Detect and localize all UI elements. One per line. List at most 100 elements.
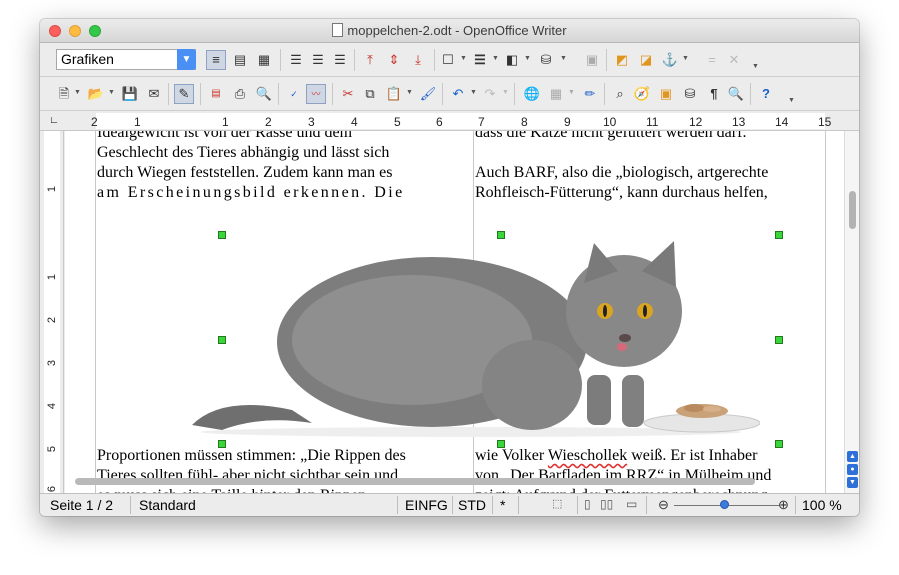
ruler-label: 2 [265,115,272,129]
horizontal-scrollbar[interactable] [65,474,844,488]
borders-dropdown-icon[interactable]: ▼ [460,55,467,62]
page-style[interactable]: Standard [139,497,196,513]
document-area[interactable]: Idealgewicht ist von der Rasse und dem G… [65,131,844,499]
background-dropdown-icon[interactable]: ▼ [560,55,567,62]
selection-handle-top-right[interactable] [775,231,783,239]
style-dropdown-icon[interactable]: ▼ [177,49,196,70]
new-icon[interactable]: 🗎 [54,84,74,104]
next-page-icon[interactable]: ▼ [847,477,858,488]
book-view-icon[interactable]: ▭ [626,497,637,511]
signature-icon[interactable]: ⬚ [552,497,562,510]
hyperlink-icon[interactable]: 🌐 [522,84,542,104]
help-icon[interactable]: ? [756,84,776,104]
open-icon[interactable]: 📂 [86,84,106,104]
toolbar-overflow-icon[interactable]: ▼ [752,63,759,70]
spellcheck-icon[interactable]: ✓ [284,84,304,104]
print-icon[interactable]: ⎙ [230,84,250,104]
insert-mode[interactable]: EINFG [405,497,448,513]
horizontal-scroll-thumb[interactable] [75,478,755,485]
frame-properties-icon[interactable]: ▣ [582,50,602,70]
selection-handle-middle-left[interactable] [218,336,226,344]
redo-icon[interactable]: ↷ [480,84,500,104]
previous-page-icon[interactable]: ▲ [847,451,858,462]
ruler-label: 8 [521,115,528,129]
selection-handle-top-left[interactable] [218,231,226,239]
align-top-icon[interactable]: ⤒ [360,50,380,70]
text-line: Idealgewicht ist von der Rasse und dem [97,131,353,141]
gallery-icon[interactable]: ▣ [656,84,676,104]
zoom-slider-knob[interactable] [720,500,729,509]
selection-handle-middle-right[interactable] [775,336,783,344]
paste-icon[interactable]: 📋 [384,84,404,104]
line-style-icon[interactable]: ☰ [470,50,490,70]
wrap-page-icon[interactable]: ▤ [230,50,250,70]
pdf-icon[interactable]: ▤ [206,84,226,104]
send-to-back-icon[interactable]: ◪ [636,50,656,70]
text-column-left-bottom[interactable]: Proportionen müssen stimmen: „Die Rippen… [97,446,447,499]
autospellcheck-icon[interactable]: 〰 [306,84,326,104]
toolbar-separator [280,49,281,71]
bring-to-front-icon[interactable]: ◩ [612,50,632,70]
align-bottom-icon[interactable]: ⤓ [408,50,428,70]
cat-image-drawing [192,241,761,437]
edit-file-icon[interactable]: ✎ [174,84,194,104]
text-column-right-bottom[interactable]: wie Volker Wieschollek weiß. Er ist Inha… [475,446,825,499]
anchor-icon[interactable]: ⚓ [660,50,680,70]
misspelled-word[interactable]: Wieschollek [548,447,627,464]
table-dropdown-icon[interactable]: ▼ [568,89,575,96]
open-dropdown-icon[interactable]: ▼ [108,89,115,96]
background-color-icon[interactable]: ⛁ [536,50,556,70]
redo-dropdown-icon[interactable]: ▼ [502,89,509,96]
undo-dropdown-icon[interactable]: ▼ [470,89,477,96]
cut-icon[interactable]: ✂ [338,84,358,104]
zoom-level[interactable]: 100 % [802,497,842,513]
data-sources-icon[interactable]: ⛁ [680,84,700,104]
align-right-icon[interactable]: ☰ [330,50,350,70]
zoom-icon[interactable]: 🔍 [726,84,746,104]
border-color-icon[interactable]: ◧ [502,50,522,70]
undo-icon[interactable]: ↶ [448,84,468,104]
toolbar-overflow-icon[interactable]: ▼ [788,97,795,104]
align-left-icon[interactable]: ☰ [286,50,306,70]
single-page-view-icon[interactable]: ▯ [584,497,591,511]
cat-image[interactable] [182,225,761,440]
formatting-marks-icon[interactable]: ¶ [704,84,724,104]
separator-icon: = [708,52,716,67]
page-preview-icon[interactable]: 🔍 [254,84,274,104]
selection-mode[interactable]: STD [458,497,486,513]
zoom-out-icon[interactable]: ⊖ [658,497,669,513]
copy-icon[interactable]: ⧉ [360,84,380,104]
wrap-optimal-icon[interactable]: ▦ [254,50,274,70]
vertical-ruler[interactable]: 1 1 2 3 4 5 6 [40,131,64,499]
navigator-icon[interactable]: 🧭 [632,84,652,104]
anchor-dropdown-icon[interactable]: ▼ [682,55,689,62]
modified-indicator: * [500,497,506,513]
multi-page-view-icon[interactable]: ▯▯ [600,497,613,511]
new-dropdown-icon[interactable]: ▼ [74,89,81,96]
borders-icon[interactable]: ☐ [438,50,458,70]
style-select[interactable]: Grafiken [56,49,196,70]
wrap-off-icon[interactable]: ≡ [206,50,226,70]
navigation-icon[interactable]: ● [847,464,858,475]
text-column-right-top[interactable]: dass die Katze nicht gefüttert werden da… [475,131,825,203]
horizontal-ruler[interactable]: ∟ 2 1 1 2 3 4 5 6 7 8 9 10 11 12 13 14 1… [40,111,859,131]
align-middle-icon[interactable]: ⇕ [384,50,404,70]
email-icon[interactable]: ✉ [144,84,164,104]
page-indicator[interactable]: Seite 1 / 2 [50,497,113,513]
save-icon[interactable]: 💾 [120,84,140,104]
border-color-dropdown-icon[interactable]: ▼ [524,55,531,62]
clone-formatting-icon[interactable]: 🖌 [418,84,438,104]
close-toolbar-icon[interactable]: ✕ [724,50,744,70]
text-column-left-top[interactable]: Idealgewicht ist von der Rasse und dem G… [97,131,447,203]
zoom-in-icon[interactable]: ⊕ [778,497,789,513]
vertical-scrollbar[interactable]: ▲ ● ▼ [844,131,859,499]
paste-dropdown-icon[interactable]: ▼ [406,89,413,96]
align-center-icon[interactable]: ☰ [308,50,328,70]
selection-handle-top-center[interactable] [497,231,505,239]
find-replace-icon[interactable]: ⌕ [610,84,630,104]
tab-type-icon[interactable]: ∟ [48,115,60,127]
table-icon[interactable]: ▦ [546,84,566,104]
vertical-scroll-thumb[interactable] [849,191,856,229]
draw-functions-icon[interactable]: ✏ [580,84,600,104]
line-style-dropdown-icon[interactable]: ▼ [492,55,499,62]
